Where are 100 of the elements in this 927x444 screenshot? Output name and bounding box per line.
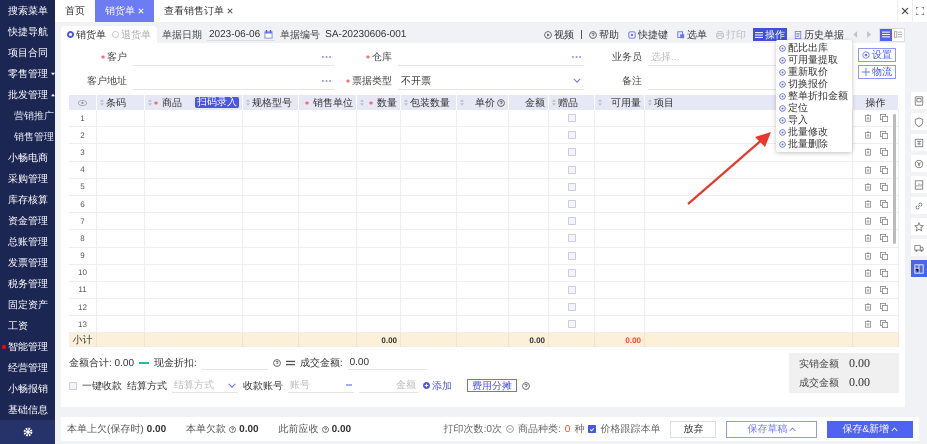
field-label: 成交金额: bbox=[300, 356, 343, 370]
close-icon[interactable] bbox=[227, 8, 233, 14]
save-draft-button[interactable]: 保存草稿 bbox=[726, 420, 818, 438]
sidebar-item[interactable]: 基础信息 bbox=[0, 399, 55, 420]
stat-label: 本单欠款 bbox=[186, 422, 226, 436]
sidebar-item[interactable]: 资金管理 bbox=[0, 210, 55, 231]
calendar-icon bbox=[264, 30, 274, 38]
radio-option[interactable]: 销货单 bbox=[67, 28, 106, 42]
settings-icon bbox=[862, 51, 870, 59]
field-label: 仓库 bbox=[372, 50, 392, 64]
delete-icon[interactable] bbox=[864, 252, 872, 260]
checkbox-label: 价格跟踪本单 bbox=[600, 422, 660, 436]
sidebar-item[interactable]: 销售管理 bbox=[0, 126, 55, 147]
side-tool-button[interactable] bbox=[911, 113, 927, 130]
radio-button[interactable] bbox=[67, 31, 74, 38]
checkbox[interactable] bbox=[588, 425, 596, 433]
deal-amount-field[interactable]: 0.00 bbox=[348, 355, 427, 370]
eye-icon[interactable] bbox=[78, 100, 87, 106]
menu-item[interactable]: 导入 bbox=[776, 114, 852, 126]
toolbar-button[interactable]: 视频 bbox=[542, 28, 576, 41]
notice-dot bbox=[2, 345, 6, 349]
menu-item[interactable]: 重新取价 bbox=[776, 66, 852, 78]
toolbar-button[interactable]: 选单 bbox=[675, 28, 709, 41]
sidebar-item[interactable]: 税务管理 bbox=[0, 273, 55, 294]
sidebar-item[interactable]: 发票管理 bbox=[0, 252, 55, 273]
settings-button[interactable]: 设置 bbox=[858, 48, 896, 62]
sidebar-item[interactable]: 总账管理 bbox=[0, 231, 55, 252]
toolbar-button[interactable]: 快捷键 bbox=[626, 28, 670, 41]
fullscreen-button[interactable] bbox=[912, 0, 927, 22]
report-icon bbox=[914, 180, 924, 190]
toolbar-button[interactable]: 历史单据 bbox=[792, 28, 846, 41]
delete-icon[interactable] bbox=[864, 286, 872, 294]
discard-button[interactable]: 放弃 bbox=[670, 420, 716, 438]
detail-list-icon bbox=[894, 31, 902, 38]
column-header: 数量 bbox=[357, 95, 401, 110]
delete-icon[interactable] bbox=[864, 320, 872, 328]
row-number: 3 bbox=[69, 144, 97, 161]
column-header: 可用量 bbox=[595, 95, 645, 110]
scan-entry-button[interactable]: 扫码录入 bbox=[195, 97, 239, 108]
side-tool-button[interactable] bbox=[911, 218, 927, 235]
save-and-new-button[interactable]: 保存&新增 bbox=[827, 420, 913, 438]
add-button[interactable]: 物流 bbox=[858, 65, 896, 79]
sidebar-item[interactable]: 经营管理 bbox=[0, 357, 55, 378]
delete-icon[interactable] bbox=[864, 234, 872, 242]
detail-view-button[interactable] bbox=[892, 28, 904, 40]
tab[interactable]: 销货单 bbox=[95, 0, 154, 22]
menu-item[interactable]: 可用量提取 bbox=[776, 54, 852, 66]
toolbar-button[interactable]: 操作 bbox=[753, 28, 787, 41]
tab[interactable]: 首页 bbox=[55, 0, 95, 22]
delete-icon[interactable] bbox=[864, 268, 872, 277]
sidebar-item[interactable]: 小畅电商 bbox=[0, 147, 55, 168]
sidebar-item[interactable]: 快捷导航 bbox=[0, 21, 55, 42]
field-label: 收款账号 bbox=[243, 380, 283, 393]
sidebar-item[interactable]: 固定资产 bbox=[0, 294, 55, 315]
tab[interactable]: 查看销售订单 bbox=[154, 0, 243, 22]
sidebar-item[interactable]: 项目合同 bbox=[0, 42, 55, 63]
field-label: 单据编号 bbox=[280, 28, 320, 42]
caret-up-icon bbox=[789, 426, 796, 432]
side-tool-button[interactable] bbox=[911, 92, 927, 109]
delete-icon[interactable] bbox=[864, 148, 872, 156]
add-button[interactable]: 添加 bbox=[423, 378, 452, 393]
row-number: 1 bbox=[69, 110, 97, 126]
sidebar-item[interactable]: 采购管理 bbox=[0, 168, 55, 189]
delete-icon[interactable] bbox=[864, 303, 872, 312]
delete-icon[interactable] bbox=[864, 166, 872, 174]
menu-item[interactable]: 批量删除 bbox=[776, 138, 852, 150]
help-icon bbox=[497, 98, 505, 106]
sidebar-item[interactable]: 搜索菜单 bbox=[0, 0, 55, 21]
side-tool-button[interactable] bbox=[911, 260, 927, 277]
cost-share-button[interactable]: 费用分摊 bbox=[467, 379, 517, 392]
circle-icon bbox=[779, 68, 786, 76]
side-tool-button[interactable] bbox=[911, 239, 927, 256]
list-view-button[interactable] bbox=[880, 28, 892, 40]
side-tool-button[interactable] bbox=[911, 176, 927, 193]
close-icon bbox=[901, 7, 909, 15]
date-field[interactable]: 2023-06-06 bbox=[207, 28, 276, 40]
sidebar-item[interactable]: 智能管理 bbox=[0, 336, 55, 357]
settings-button[interactable] bbox=[0, 420, 55, 444]
select-field[interactable]: 不开票 bbox=[398, 72, 584, 90]
delete-icon[interactable] bbox=[864, 131, 872, 140]
keyboard-icon bbox=[628, 30, 636, 38]
delete-icon[interactable] bbox=[864, 182, 872, 191]
settings-icon bbox=[22, 427, 32, 437]
field-label: 备注 bbox=[622, 74, 642, 88]
toolbar-button[interactable]: 帮助 bbox=[587, 28, 621, 41]
side-tool-button[interactable] bbox=[911, 155, 927, 172]
sidebar-item[interactable]: 工资 bbox=[0, 315, 55, 336]
side-tool-button[interactable] bbox=[911, 134, 927, 151]
delete-icon[interactable] bbox=[864, 114, 872, 122]
delete-icon[interactable] bbox=[864, 200, 872, 208]
menu-item[interactable]: 切换报价 bbox=[776, 78, 852, 90]
sidebar-item[interactable]: 库存核算 bbox=[0, 189, 55, 210]
print-count: 打印次数:0次 bbox=[444, 422, 502, 436]
delete-icon[interactable] bbox=[864, 217, 872, 226]
play-circle-icon bbox=[544, 30, 552, 38]
menu-item[interactable]: 批量修改 bbox=[776, 126, 852, 138]
sidebar-item[interactable]: 批发管理 bbox=[0, 84, 55, 105]
sidebar-item[interactable]: 营销推广 bbox=[0, 105, 55, 126]
sidebar-item[interactable]: 零售管理 bbox=[0, 63, 55, 84]
sidebar-item[interactable]: 小畅报销 bbox=[0, 378, 55, 399]
